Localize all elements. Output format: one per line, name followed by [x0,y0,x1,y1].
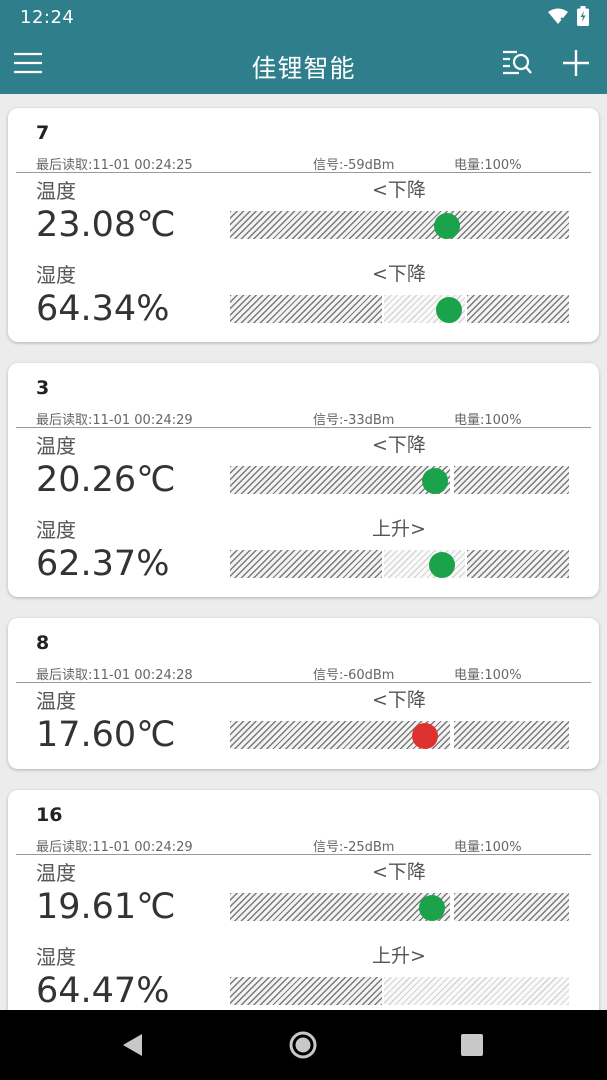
back-icon [118,1034,148,1064]
last-read-time: 最后读取:11-01 00:24:29 [36,413,193,428]
bar-track [230,211,569,239]
signal-strength: 信号:-25dBm [313,840,395,855]
status-icons [547,6,589,30]
bar-segment-high [454,893,569,921]
bar-segment-low [230,295,382,323]
reading-row-temperature: 温度 <下降 19.61℃ [8,855,599,939]
reading-value: 62.37% [36,544,170,584]
device-id: 7 [36,122,50,144]
add-icon [561,48,591,82]
battery-level: 电量:100% [454,413,522,428]
battery-level: 电量:100% [454,668,522,683]
level-dot [433,213,460,239]
wifi-icon [547,7,569,29]
search-list-icon [501,49,533,81]
reading-label: 温度 [36,861,76,885]
battery-level: 电量:100% [454,840,522,855]
battery-level: 电量:100% [454,158,522,173]
device-card[interactable]: 3 最后读取:11-01 00:24:29 信号:-33dBm 电量:100% … [8,363,599,597]
bar-segment-high [467,295,569,323]
level-bar [230,295,569,323]
trend-indicator: <下降 [372,434,426,456]
reading-value: 23.08℃ [36,205,176,245]
level-bar [230,977,569,1005]
signal-strength: 信号:-59dBm [313,158,395,173]
device-id: 8 [36,632,50,654]
signal-strength: 信号:-33dBm [313,413,395,428]
bar-segment-low [230,550,382,578]
level-dot [422,468,449,494]
level-bar [230,466,569,494]
level-bar [230,721,569,749]
last-read-time: 最后读取:11-01 00:24:25 [36,158,193,173]
recents-icon [457,1034,487,1064]
device-id: 16 [36,804,63,826]
bar-segment-low [230,977,382,1005]
reading-label: 湿度 [36,518,76,542]
last-read-time: 最后读取:11-01 00:24:29 [36,840,193,855]
reading-row-temperature: 温度 <下降 17.60℃ [8,683,599,767]
reading-value: 17.60℃ [36,715,176,755]
trend-indicator: <下降 [372,689,426,711]
nav-recents-button[interactable] [457,1030,487,1060]
reading-value: 64.34% [36,289,170,329]
trend-indicator: 上升> [372,945,426,967]
trend-indicator: 上升> [372,518,426,540]
reading-label: 湿度 [36,945,76,969]
reading-label: 温度 [36,179,76,203]
search-list-button[interactable] [501,49,533,81]
level-dot [418,895,445,921]
device-id: 3 [36,377,50,399]
bar-segment-low [230,893,450,921]
trend-indicator: <下降 [372,861,426,883]
trend-indicator: <下降 [372,263,426,285]
level-dot [435,297,462,323]
reading-label: 湿度 [36,263,76,287]
signal-strength: 信号:-60dBm [313,668,395,683]
app-bar: 佳锂智能 [0,36,607,94]
level-dot [428,552,455,578]
nav-back-button[interactable] [118,1030,148,1060]
system-nav-bar [0,1010,607,1080]
battery-icon [577,6,589,30]
bar-segment-high [467,550,569,578]
nav-home-button[interactable] [288,1030,318,1060]
status-bar: 12:24 [0,0,607,36]
level-dot [411,723,438,749]
level-bar [230,550,569,578]
status-time: 12:24 [20,7,75,28]
device-list[interactable]: 7 最后读取:11-01 00:24:25 信号:-59dBm 电量:100% … [0,94,607,1010]
reading-label: 温度 [36,434,76,458]
bar-segment-high [454,466,569,494]
reading-row-temperature: 温度 <下降 23.08℃ [8,173,599,257]
device-card[interactable]: 8 最后读取:11-01 00:24:28 信号:-60dBm 电量:100% … [8,618,599,769]
add-device-button[interactable] [560,49,592,81]
reading-label: 温度 [36,689,76,713]
level-bar [230,211,569,239]
home-icon [288,1031,318,1064]
reading-value: 19.61℃ [36,887,176,927]
bar-segment-low [230,466,450,494]
bar-segment-high [454,721,569,749]
trend-indicator: <下降 [372,179,426,201]
last-read-time: 最后读取:11-01 00:24:28 [36,668,193,683]
reading-row-temperature: 温度 <下降 20.26℃ [8,428,599,512]
reading-value: 64.47% [36,971,170,1010]
reading-row-humidity: 湿度 上升> 62.37% [8,512,599,596]
reading-value: 20.26℃ [36,460,176,500]
reading-row-humidity: 湿度 <下降 64.34% [8,257,599,341]
device-card[interactable]: 7 最后读取:11-01 00:24:25 信号:-59dBm 电量:100% … [8,108,599,342]
reading-row-humidity: 湿度 上升> 64.47% [8,939,599,1010]
level-bar [230,893,569,921]
bar-segment-normal [384,977,569,1005]
device-card[interactable]: 16 最后读取:11-01 00:24:29 信号:-25dBm 电量:100%… [8,790,599,1010]
